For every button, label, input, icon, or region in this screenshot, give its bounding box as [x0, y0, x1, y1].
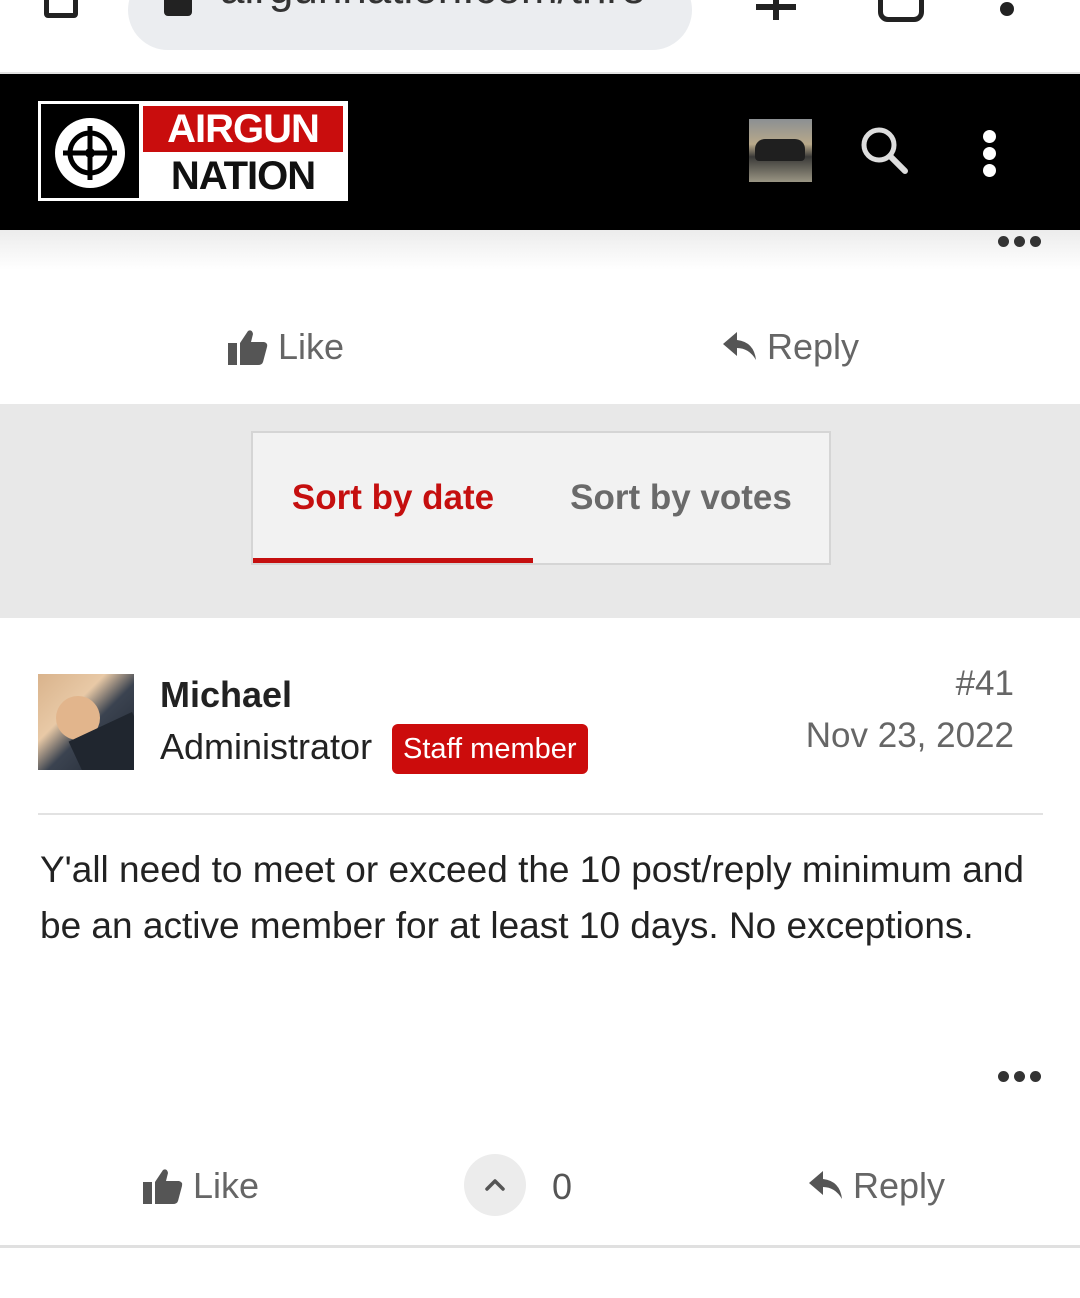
crosshair-logo-icon	[41, 104, 139, 198]
more-dots-icon[interactable]	[998, 236, 1042, 248]
site-logo[interactable]: AIRGUN NATION	[38, 101, 348, 201]
sort-votes-label: Sort by votes	[570, 478, 792, 517]
avatar[interactable]	[38, 674, 134, 770]
divider	[38, 813, 1043, 815]
kebab-menu-icon[interactable]	[980, 128, 1000, 178]
tab-sort-by-date[interactable]: Sort by date	[253, 433, 533, 563]
post-username[interactable]: Michael	[160, 674, 292, 716]
reply-button[interactable]: Reply	[723, 326, 859, 368]
logo-text-top: AIRGUN	[143, 106, 343, 152]
post-body: Y'all need to meet or exceed the 10 post…	[40, 849, 1024, 946]
post-user-role: Administrator	[160, 726, 373, 767]
post-like-label: Like	[193, 1165, 260, 1206]
address-bar[interactable]: airgunnation.com/thre	[128, 0, 692, 50]
thumbs-up-icon	[143, 1169, 183, 1204]
post-date[interactable]: Nov 23, 2022	[806, 716, 1014, 756]
account-avatar[interactable]	[749, 119, 812, 182]
site-header: AIRGUN NATION	[0, 74, 1080, 230]
post-like-button[interactable]: Like	[143, 1165, 259, 1207]
reply-arrow-icon	[809, 1171, 842, 1199]
browser-menu-icon[interactable]	[1000, 0, 1014, 20]
browser-toolbar: airgunnation.com/thre	[0, 0, 1080, 74]
reply-label: Reply	[767, 326, 860, 367]
home-tab-icon[interactable]	[44, 0, 78, 18]
sort-bar: Sort by date Sort by votes	[0, 404, 1080, 618]
post-more-dots-icon[interactable]	[998, 1071, 1042, 1083]
sort-tabs: Sort by date Sort by votes	[251, 431, 831, 565]
tab-sort-by-votes[interactable]: Sort by votes	[533, 433, 829, 563]
search-icon[interactable]	[860, 126, 910, 176]
lock-icon	[164, 0, 192, 16]
vote-count: 0	[552, 1166, 573, 1207]
chevron-up-icon	[485, 1179, 505, 1191]
reply-arrow-icon	[723, 332, 756, 360]
post-reply-label: Reply	[853, 1165, 946, 1206]
post-bottom-border	[0, 1245, 1080, 1248]
like-label: Like	[278, 326, 345, 367]
header-shadow	[0, 230, 1080, 270]
logo-text-bottom: NATION	[170, 154, 316, 198]
staff-badge: Staff member	[392, 724, 588, 774]
post-number-link[interactable]: #41	[956, 664, 1014, 704]
thumbs-up-icon	[228, 330, 268, 365]
active-tab-indicator	[253, 558, 533, 563]
url-text: airgunnation.com/thre	[220, 0, 646, 14]
new-tab-plus-icon[interactable]	[756, 0, 796, 20]
upvote-button[interactable]	[464, 1154, 526, 1216]
sort-date-label: Sort by date	[291, 478, 495, 517]
like-button[interactable]: Like	[228, 326, 344, 368]
post-reply-button[interactable]: Reply	[809, 1165, 945, 1207]
tabs-count-icon[interactable]	[878, 0, 924, 22]
